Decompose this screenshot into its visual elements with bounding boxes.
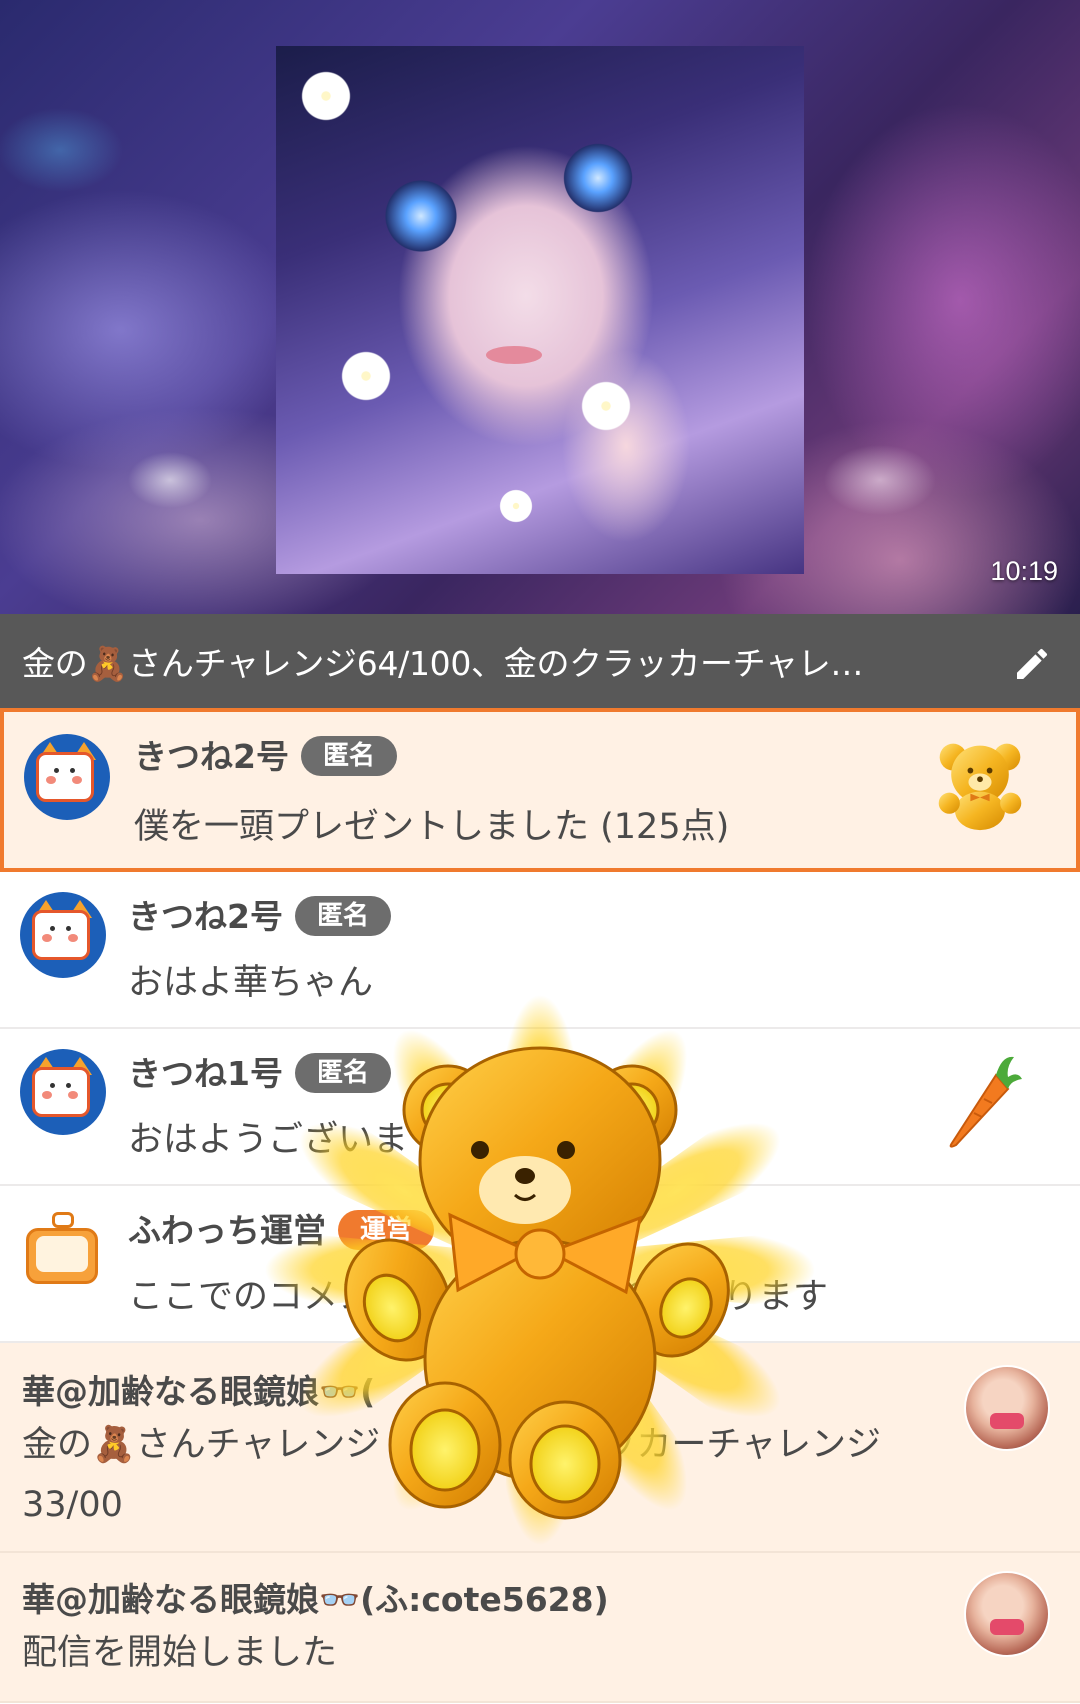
illustration-lips: [486, 346, 542, 364]
comment-user-name: きつね1号 匿名: [128, 1047, 391, 1095]
avatar[interactable]: [24, 734, 110, 820]
broadcaster-name: 華@加齢なる眼鏡娘👓(ふ:cote5628): [22, 1580, 609, 1619]
comment-message: おはよ華ちゃん: [128, 963, 374, 1003]
flower-decoration: [576, 376, 636, 436]
avatar[interactable]: [20, 892, 106, 978]
user-name-text: きつね2号: [128, 897, 283, 936]
comment-row-staff[interactable]: ふわっち運営 運営 ここでのコメン りになります: [0, 1186, 1080, 1343]
comment-user-name: ふわっち運営 運営: [128, 1204, 435, 1252]
flower-decoration: [336, 346, 396, 406]
carrot-icon: [949, 1056, 1022, 1148]
user-name-text: ふわっち運営: [128, 1211, 326, 1250]
anonymous-badge: 匿名: [294, 1053, 391, 1093]
gold-teddy-bear-icon: [938, 743, 1022, 831]
flower-decoration: [296, 66, 356, 126]
broadcaster-comment-row[interactable]: 華@加齢なる眼鏡娘👓( 金の🧸さんチャレンジ のクラッカーチャレンジ33/00: [0, 1343, 1080, 1553]
broadcast-title: 金の🧸さんチャレンジ64/100、金のクラッカーチャレ…: [22, 644, 864, 683]
staff-badge: 運営: [338, 1210, 435, 1250]
comment-message: おはようございま: [128, 1120, 409, 1160]
anonymous-badge: 匿名: [294, 896, 391, 936]
comment-user-name: きつね2号 匿名: [134, 730, 397, 778]
comment-message: ここでのコメン りになります: [128, 1277, 829, 1317]
anonymous-badge: 匿名: [300, 736, 397, 776]
comment-user-name: きつね2号 匿名: [128, 890, 391, 938]
comment-message: 僕を一頭プレゼントしました (125点): [134, 807, 730, 847]
comment-row-gift[interactable]: きつね2号 匿名 僕を一頭プレゼントしました (125点): [0, 708, 1080, 872]
avatar[interactable]: [20, 1049, 106, 1135]
user-name-text: きつね1号: [128, 1054, 283, 1093]
broadcaster-avatar[interactable]: [964, 1571, 1050, 1657]
broadcaster-name: 華@加齢なる眼鏡娘👓(: [22, 1372, 376, 1411]
broadcaster-avatar[interactable]: [964, 1365, 1050, 1451]
stream-elapsed-time: 10:19: [990, 556, 1058, 586]
comment-row[interactable]: きつね1号 匿名 おはようございま: [0, 1029, 1080, 1186]
broadcaster-message: 配信を開始しました: [22, 1633, 338, 1673]
stream-cover-image: [276, 46, 804, 574]
stream-video[interactable]: 10:19: [0, 0, 1080, 614]
comment-list[interactable]: きつね2号 匿名 僕を一頭プレゼントしました (125点) きつね2号 匿名 お…: [0, 708, 1080, 1703]
broadcaster-comment-row[interactable]: 華@加齢なる眼鏡娘👓(ふ:cote5628) 配信を開始しました: [0, 1553, 1080, 1703]
broadcaster-message: 金の🧸さんチャレンジ のクラッカーチャレンジ33/00: [22, 1425, 882, 1525]
staff-avatar[interactable]: [20, 1206, 106, 1292]
comment-row[interactable]: きつね2号 匿名 おはよ華ちゃん: [0, 872, 1080, 1029]
flower-decoration: [496, 486, 536, 526]
user-name-text: きつね2号: [134, 737, 289, 776]
broadcast-title-bar[interactable]: 金の🧸さんチャレンジ64/100、金のクラッカーチャレ…: [0, 614, 1080, 708]
pencil-icon[interactable]: [1012, 644, 1052, 684]
